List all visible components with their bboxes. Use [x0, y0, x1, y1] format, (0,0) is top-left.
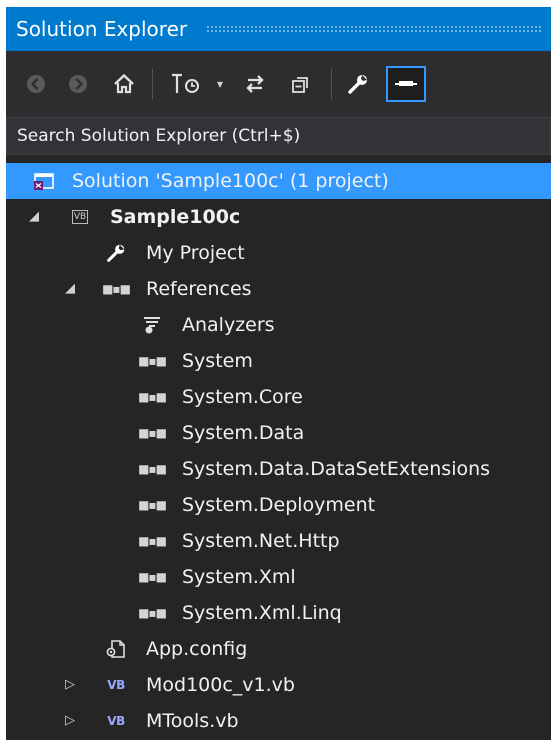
- search-box[interactable]: [6, 117, 551, 155]
- tree-node-label: System.Data.DataSetExtensions: [182, 458, 491, 480]
- reference-icon: ■▪■: [138, 498, 167, 512]
- tree-node-label: Sample100c: [110, 206, 241, 228]
- sync-arrows-icon: [246, 75, 264, 93]
- title-bar-grip[interactable]: [206, 25, 541, 33]
- home-icon: [114, 73, 134, 94]
- toolbar-separator: [152, 69, 153, 99]
- tree-node-project[interactable]: ◢ VB Sample100c: [6, 199, 551, 235]
- tree-node-app-config[interactable]: App.config: [6, 631, 551, 667]
- tree-node-label: Solution 'Sample100c' (1 project): [72, 170, 389, 192]
- vb-file-icon-text: VB: [107, 714, 125, 728]
- reference-icon: ■▪■: [138, 534, 167, 548]
- reference-icon: ■▪■: [138, 462, 167, 476]
- tree-node-label: References: [146, 278, 252, 300]
- solution-tree: Solution 'Sample100c' (1 project) ◢ VB S…: [6, 163, 551, 739]
- tree-node-reference[interactable]: ■▪■ System.Deployment: [6, 487, 551, 523]
- solution-icon: [32, 170, 56, 192]
- vb-project-icon-text: VB: [71, 210, 89, 224]
- analyzers-icon: [140, 314, 164, 336]
- collapse-all-icon: [292, 77, 308, 93]
- reference-icon: ■▪■: [138, 606, 167, 620]
- tree-node-label: My Project: [146, 242, 245, 264]
- reference-icon: ■▪■: [138, 426, 167, 440]
- window-title: Solution Explorer: [16, 17, 188, 41]
- references-icon: ■▪■: [102, 282, 131, 296]
- properties-button[interactable]: [342, 66, 374, 102]
- tree-node-label: System.Net.Http: [182, 530, 340, 552]
- tree-node-file[interactable]: ▷ VB MTools.vb: [6, 703, 551, 739]
- reference-icon: ■▪■: [138, 570, 167, 584]
- tree-node-label: System.Xml: [182, 566, 296, 588]
- tree-node-reference[interactable]: ■▪■ System.Data: [6, 415, 551, 451]
- vb-project-icon: VB: [68, 206, 92, 228]
- tree-node-reference[interactable]: ■▪■ System: [6, 343, 551, 379]
- tree-node-reference[interactable]: ■▪■ System.Xml: [6, 559, 551, 595]
- forward-arrow-icon: [69, 75, 87, 93]
- tree-node-label: MTools.vb: [146, 710, 239, 732]
- wrench-icon: [348, 75, 367, 94]
- expanded-arrow-icon[interactable]: ◢: [62, 271, 78, 307]
- tree-node-reference[interactable]: ■▪■ System.Net.Http: [6, 523, 551, 559]
- pending-changes-dropdown[interactable]: ▾: [213, 66, 227, 102]
- title-bar[interactable]: Solution Explorer: [6, 7, 551, 51]
- pending-changes-filter-button[interactable]: [166, 66, 210, 102]
- vb-file-icon-text: VB: [107, 678, 125, 692]
- tree-node-label: System.Data: [182, 422, 305, 444]
- chevron-down-icon: ▾: [216, 77, 224, 91]
- tree-node-label: Analyzers: [182, 314, 275, 336]
- search-input[interactable]: [7, 118, 550, 154]
- collapsed-arrow-icon[interactable]: ▷: [62, 667, 78, 703]
- collapse-all-button[interactable]: [285, 66, 317, 102]
- tree-node-file[interactable]: ▷ VB Mod100c_v1.vb: [6, 667, 551, 703]
- tree-node-label: System.Deployment: [182, 494, 376, 516]
- home-button[interactable]: [108, 66, 140, 102]
- reference-icon: ■▪■: [138, 354, 167, 368]
- preview-icon: [395, 81, 417, 86]
- solution-explorer-panel: Solution Explorer ▾ Search Solution Expl…: [6, 7, 551, 740]
- vb-file-icon: VB: [104, 674, 128, 696]
- expanded-arrow-icon[interactable]: ◢: [26, 199, 42, 235]
- reference-icon: ■▪■: [138, 390, 167, 404]
- tree-node-label: App.config: [146, 638, 248, 660]
- tree-node-reference[interactable]: ■▪■ System.Core: [6, 379, 551, 415]
- tree-node-my-project[interactable]: My Project: [6, 235, 551, 271]
- toolbar-separator: [331, 69, 332, 99]
- toolbar: ▾: [6, 51, 551, 117]
- sync-active-document-button[interactable]: [239, 66, 271, 102]
- forward-button[interactable]: [64, 66, 92, 102]
- tree-node-label: System.Xml.Linq: [182, 602, 342, 624]
- vb-file-icon: VB: [104, 710, 128, 732]
- wrench-icon: [104, 242, 128, 264]
- config-file-icon: [104, 638, 128, 660]
- tree-node-reference[interactable]: ■▪■ System.Data.DataSetExtensions: [6, 451, 551, 487]
- preview-selected-items-button[interactable]: [386, 66, 426, 102]
- back-arrow-icon: [27, 75, 45, 93]
- tree-node-label: System: [182, 350, 253, 372]
- tree-node-label: Mod100c_v1.vb: [146, 674, 295, 696]
- clock-filter-icon: [172, 73, 199, 93]
- tree-node-references[interactable]: ◢ ■▪■ References: [6, 271, 551, 307]
- tree-node-reference[interactable]: ■▪■ System.Xml.Linq: [6, 595, 551, 631]
- tree-node-analyzers[interactable]: Analyzers: [6, 307, 551, 343]
- tree-node-solution[interactable]: Solution 'Sample100c' (1 project): [6, 163, 551, 199]
- back-button[interactable]: [22, 66, 50, 102]
- collapsed-arrow-icon[interactable]: ▷: [62, 703, 78, 739]
- tree-node-label: System.Core: [182, 386, 303, 408]
